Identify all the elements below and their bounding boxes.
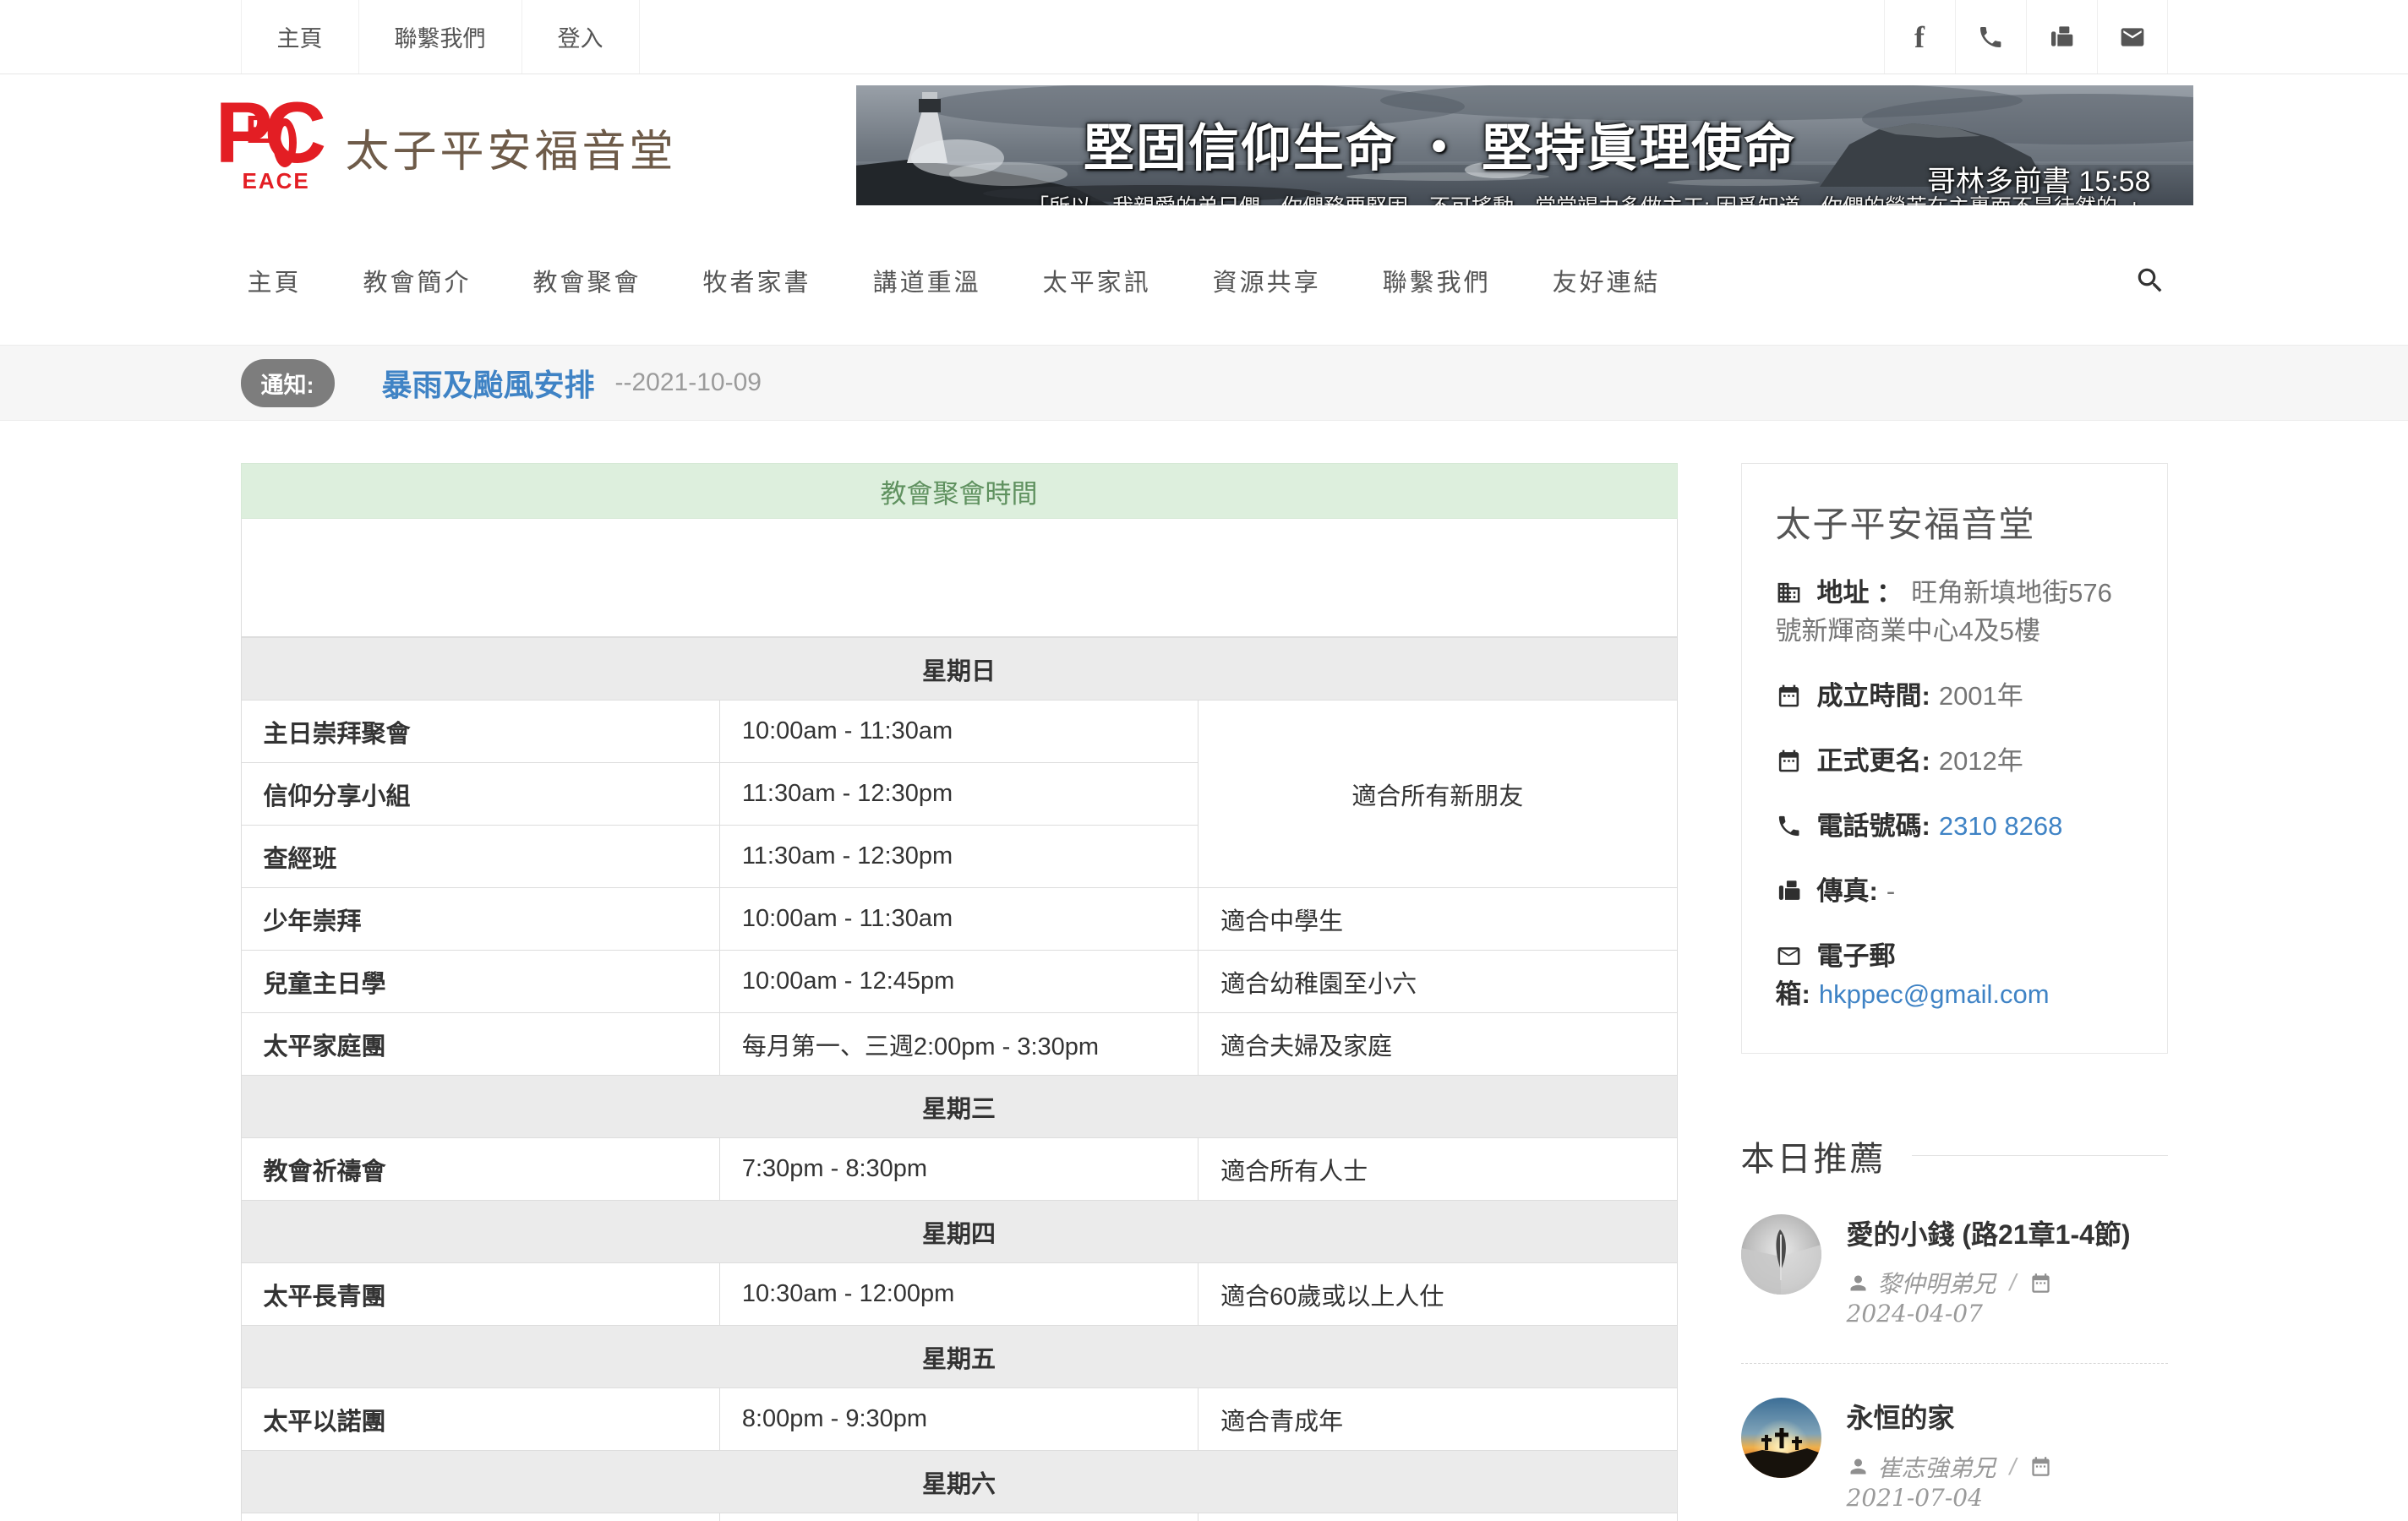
schedule-panel: 教會聚會時間 星期日 主日崇拜聚會 10:00am - 11:30am 適合所有… [241, 463, 1678, 1521]
phone-icon [1977, 24, 2004, 51]
church-card-title: 太子平安福音堂 [1776, 496, 2133, 548]
sermon-meta: 崔志強弟兄 / 2021-07-04 [1847, 1450, 2168, 1512]
renamed-row: 正式更名:2012年 [1776, 743, 2133, 781]
nav-item-meetings[interactable]: 教會聚會 [527, 263, 648, 298]
day-header-row: 星期六 [241, 1451, 1677, 1513]
email-icon[interactable] [2097, 0, 2168, 74]
list-item[interactable]: 愛的小錢 (路21章1-4節) 黎仲明弟兄 / 2024-04-07 [1741, 1180, 2168, 1365]
feather-book-image [1741, 1214, 1821, 1295]
phone-row: 電話號碼:2310 8268 [1776, 808, 2133, 846]
recommend-title: 本日推薦 [1741, 1131, 1887, 1180]
day-header-row: 星期日 [241, 638, 1677, 701]
nav-item-sermons[interactable]: 講道重溫 [866, 263, 988, 298]
recommend-rule [1912, 1155, 2168, 1156]
nav-item-pastor-letters[interactable]: 牧者家書 [696, 263, 818, 298]
sermon-title[interactable]: 愛的小錢 (路21章1-4節) [1847, 1218, 2168, 1253]
sermon-author: 崔志強弟兄 [1878, 1450, 1996, 1484]
banner-title: 堅固信仰生命 ・ 堅持眞理使命 [856, 107, 2024, 181]
search-button[interactable] [2134, 264, 2166, 297]
notice-link[interactable]: 暴雨及颱風安排 [382, 361, 595, 405]
schedule-table: 星期日 主日崇拜聚會 10:00am - 11:30am 適合所有新朋友 信仰分… [241, 637, 1678, 1521]
main-nav: 主頁 教會簡介 教會聚會 牧者家書 講道重溫 太平家訊 資源共享 聯繫我們 友好… [0, 215, 2408, 345]
table-row: 太平家庭團 每月第一、三週2:00pm - 3:30pm 適合夫婦及家庭 [241, 1013, 1677, 1076]
building-icon [1776, 580, 1802, 606]
fax-icon [1776, 878, 1802, 904]
table-row: 太平以諾團 8:00pm - 9:30pm 適合青成年 [241, 1388, 1677, 1451]
fax-icon[interactable] [2026, 0, 2097, 74]
nav-item-home[interactable]: 主頁 [241, 263, 309, 298]
address-row: 地址 ：旺角新填地街576號新輝商業中心4及5樓 [1776, 575, 2133, 651]
topbar-link-login[interactable]: 登入 [522, 0, 640, 74]
nav-item-links[interactable]: 友好連結 [1546, 263, 1668, 298]
notice-bar: 通知: 暴雨及颱風安排 --2021-10-09 [0, 345, 2408, 421]
sermon-thumbnail[interactable] [1741, 1214, 1821, 1295]
notice-badge: 通知: [241, 359, 335, 407]
sermon-date: 2024-04-07 [1847, 1300, 1983, 1327]
day-header-row: 星期五 [241, 1326, 1677, 1388]
table-row: 教會祈禱會 7:30pm - 8:30pm 適合所有人士 [241, 1138, 1677, 1201]
topbar-link-contact[interactable]: 聯繫我們 [359, 0, 522, 74]
phone-link[interactable]: 2310 8268 [1939, 811, 2063, 841]
sermon-date: 2021-07-04 [1847, 1484, 1983, 1512]
sermon-title[interactable]: 永恒的家 [1847, 1401, 2168, 1436]
pec-logo-icon: P E C EACE [216, 100, 310, 194]
email-link[interactable]: hkppec@gmail.com [1819, 979, 2050, 1009]
day-header-row: 星期四 [241, 1201, 1677, 1263]
table-row: 太平長青團 10:30am - 12:00pm 適合60歲或以上人仕 [241, 1263, 1677, 1326]
person-icon [1847, 1455, 1870, 1478]
day-header-row: 星期三 [241, 1076, 1677, 1138]
calendar-icon [1776, 748, 1802, 774]
search-icon [2134, 264, 2166, 297]
sermon-author: 黎仲明弟兄 [1878, 1266, 1996, 1300]
site-logo[interactable]: P E C EACE 太子平安福音堂 [216, 100, 677, 194]
phone-icon [1776, 813, 1802, 839]
schedule-panel-body [241, 519, 1678, 637]
banner-verse: 「所以，我親愛的弟兄們，你們務要堅固，不可搖動，常常竭力多做主工; 因爲知道，你… [1028, 190, 2149, 205]
nav-item-about[interactable]: 教會簡介 [357, 263, 478, 298]
calendar-icon [1776, 683, 1802, 709]
email-icon [2119, 24, 2146, 51]
fax-icon [2048, 24, 2075, 51]
fax-row: 傳真:- [1776, 873, 2133, 911]
church-info-card: 太子平安福音堂 地址 ：旺角新填地街576號新輝商業中心4及5樓 成立時間:20… [1741, 463, 2168, 1054]
nav-item-contact[interactable]: 聯繫我們 [1376, 263, 1498, 298]
site-title: 太子平安福音堂 [346, 116, 677, 179]
table-row [241, 1513, 1677, 1521]
topbar-social: f [1884, 0, 2168, 74]
email-icon [1776, 943, 1802, 969]
phone-icon[interactable] [1955, 0, 2026, 74]
site-header: P E C EACE 太子平安福音堂 [0, 74, 2408, 215]
facebook-icon[interactable]: f [1884, 0, 1955, 74]
schedule-title: 教會聚會時間 [241, 463, 1678, 519]
topbar: 主頁 聯繫我們 登入 f [0, 0, 2408, 74]
nav-item-news[interactable]: 太平家訊 [1036, 263, 1158, 298]
table-row: 兒童主日學 10:00am - 12:45pm 適合幼稚園至小六 [241, 951, 1677, 1013]
header-banner: 堅固信仰生命 ・ 堅持眞理使命 哥林多前書 15:58 「所以，我親愛的弟兄們，… [856, 85, 2193, 205]
sunset-crosses-image [1741, 1398, 1821, 1478]
notice-date: --2021-10-09 [615, 368, 762, 397]
email-row: 電子郵箱:hkppec@gmail.com [1776, 938, 2133, 1014]
table-row: 主日崇拜聚會 10:00am - 11:30am 適合所有新朋友 [241, 701, 1677, 763]
sermon-meta: 黎仲明弟兄 / 2024-04-07 [1847, 1266, 2168, 1327]
topbar-menu: 主頁 聯繫我們 登入 [241, 0, 640, 74]
topbar-link-home[interactable]: 主頁 [241, 0, 359, 74]
founded-row: 成立時間:2001年 [1776, 678, 2133, 716]
calendar-icon [2029, 1455, 2052, 1478]
calendar-icon [2029, 1272, 2052, 1295]
sermon-thumbnail[interactable] [1741, 1398, 1821, 1478]
table-row: 少年崇拜 10:00am - 11:30am 適合中學生 [241, 888, 1677, 951]
person-icon [1847, 1272, 1870, 1295]
recommend-section: 本日推薦 [1741, 1131, 2168, 1521]
list-item[interactable]: 永恒的家 崔志強弟兄 / 2021-07-04 [1741, 1364, 2168, 1521]
nav-item-resources[interactable]: 資源共享 [1206, 263, 1328, 298]
